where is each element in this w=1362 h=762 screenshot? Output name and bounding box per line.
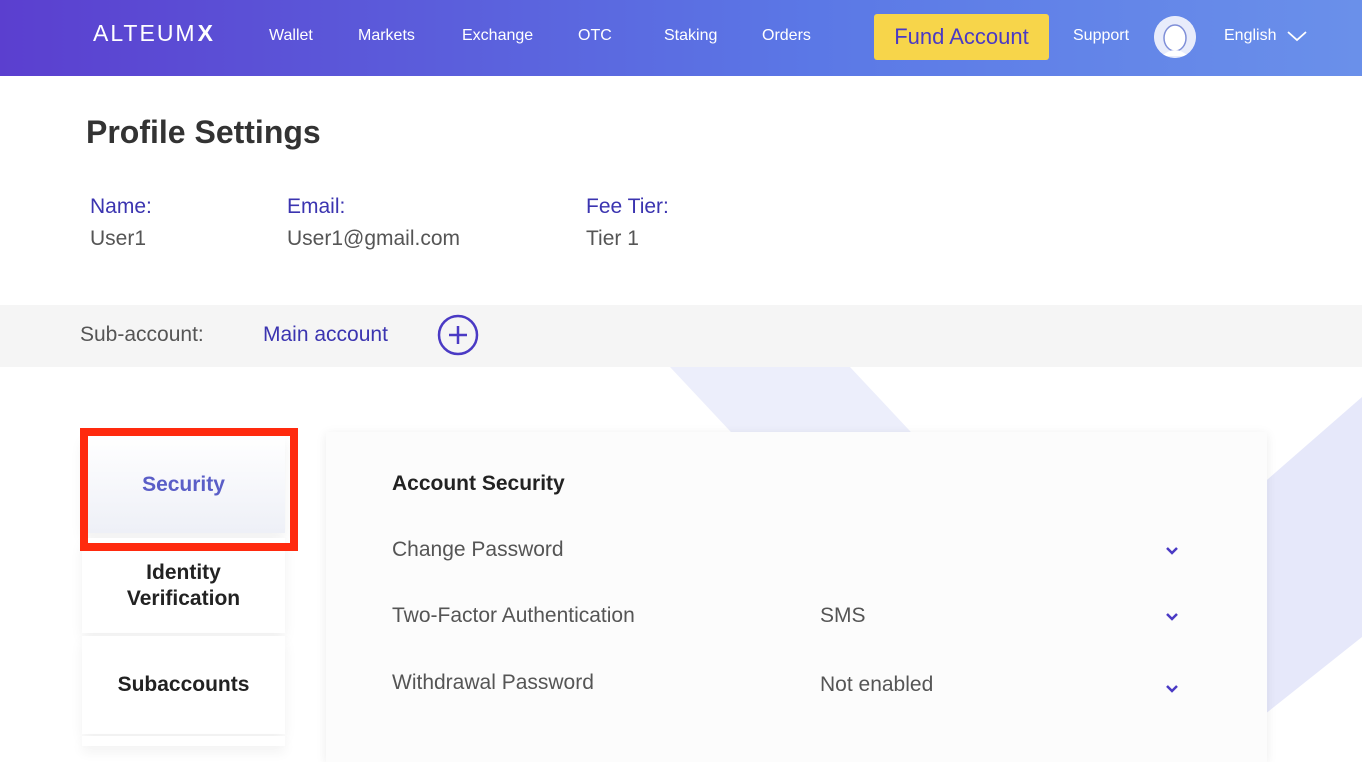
chevron-down-icon[interactable] [1164, 612, 1180, 622]
nav-otc[interactable]: OTC [578, 27, 612, 45]
fund-account-button[interactable]: Fund Account [874, 14, 1049, 60]
email-label: Email: [287, 195, 346, 218]
add-subaccount-icon[interactable] [437, 314, 479, 356]
chevron-down-icon[interactable] [1164, 684, 1180, 694]
logo-mark: X [197, 20, 215, 46]
avatar-icon[interactable] [1154, 16, 1196, 58]
highlight-box [80, 428, 298, 551]
nav-wallet[interactable]: Wallet [269, 27, 313, 45]
name-value: User1 [90, 227, 147, 250]
top-nav: ALTEUMX Wallet Markets Exchange OTC Stak… [0, 0, 1362, 76]
nav-markets[interactable]: Markets [358, 27, 415, 45]
chevron-down-icon[interactable] [1164, 546, 1180, 556]
withdrawal-password-value: Not enabled [820, 673, 934, 696]
subaccount-selector[interactable]: Main account [263, 323, 388, 347]
subaccount-label: Sub-account: [80, 323, 204, 346]
language-selector[interactable]: English [1224, 27, 1276, 45]
tab-subaccounts[interactable]: Subaccounts [82, 636, 285, 734]
nav-staking[interactable]: Staking [664, 27, 717, 45]
nav-exchange[interactable]: Exchange [462, 27, 533, 45]
nav-orders[interactable]: Orders [762, 27, 811, 45]
chevron-down-icon[interactable] [1287, 30, 1307, 42]
tab-identity-verification-label: Identity Verification [126, 560, 241, 610]
subaccount-bar [0, 305, 1362, 367]
two-factor-label[interactable]: Two-Factor Authentication [392, 604, 635, 628]
name-label: Name: [90, 195, 152, 218]
logo[interactable]: ALTEUMX [93, 20, 215, 47]
tab-identity-verification[interactable]: Identity Verification [82, 538, 285, 633]
page-title: Profile Settings [86, 114, 321, 150]
fee-tier-label: Fee Tier: [586, 195, 669, 218]
logo-text: ALTEUM [93, 20, 197, 46]
email-value: User1@gmail.com [287, 227, 461, 250]
fee-tier-value: Tier 1 [586, 227, 639, 250]
withdrawal-password-label[interactable]: Withdrawal Password [392, 671, 594, 695]
change-password-label[interactable]: Change Password [392, 538, 564, 562]
tab-more[interactable] [82, 736, 285, 746]
nav-support[interactable]: Support [1073, 27, 1129, 45]
section-title: Account Security [392, 472, 565, 495]
two-factor-value: SMS [820, 604, 866, 627]
